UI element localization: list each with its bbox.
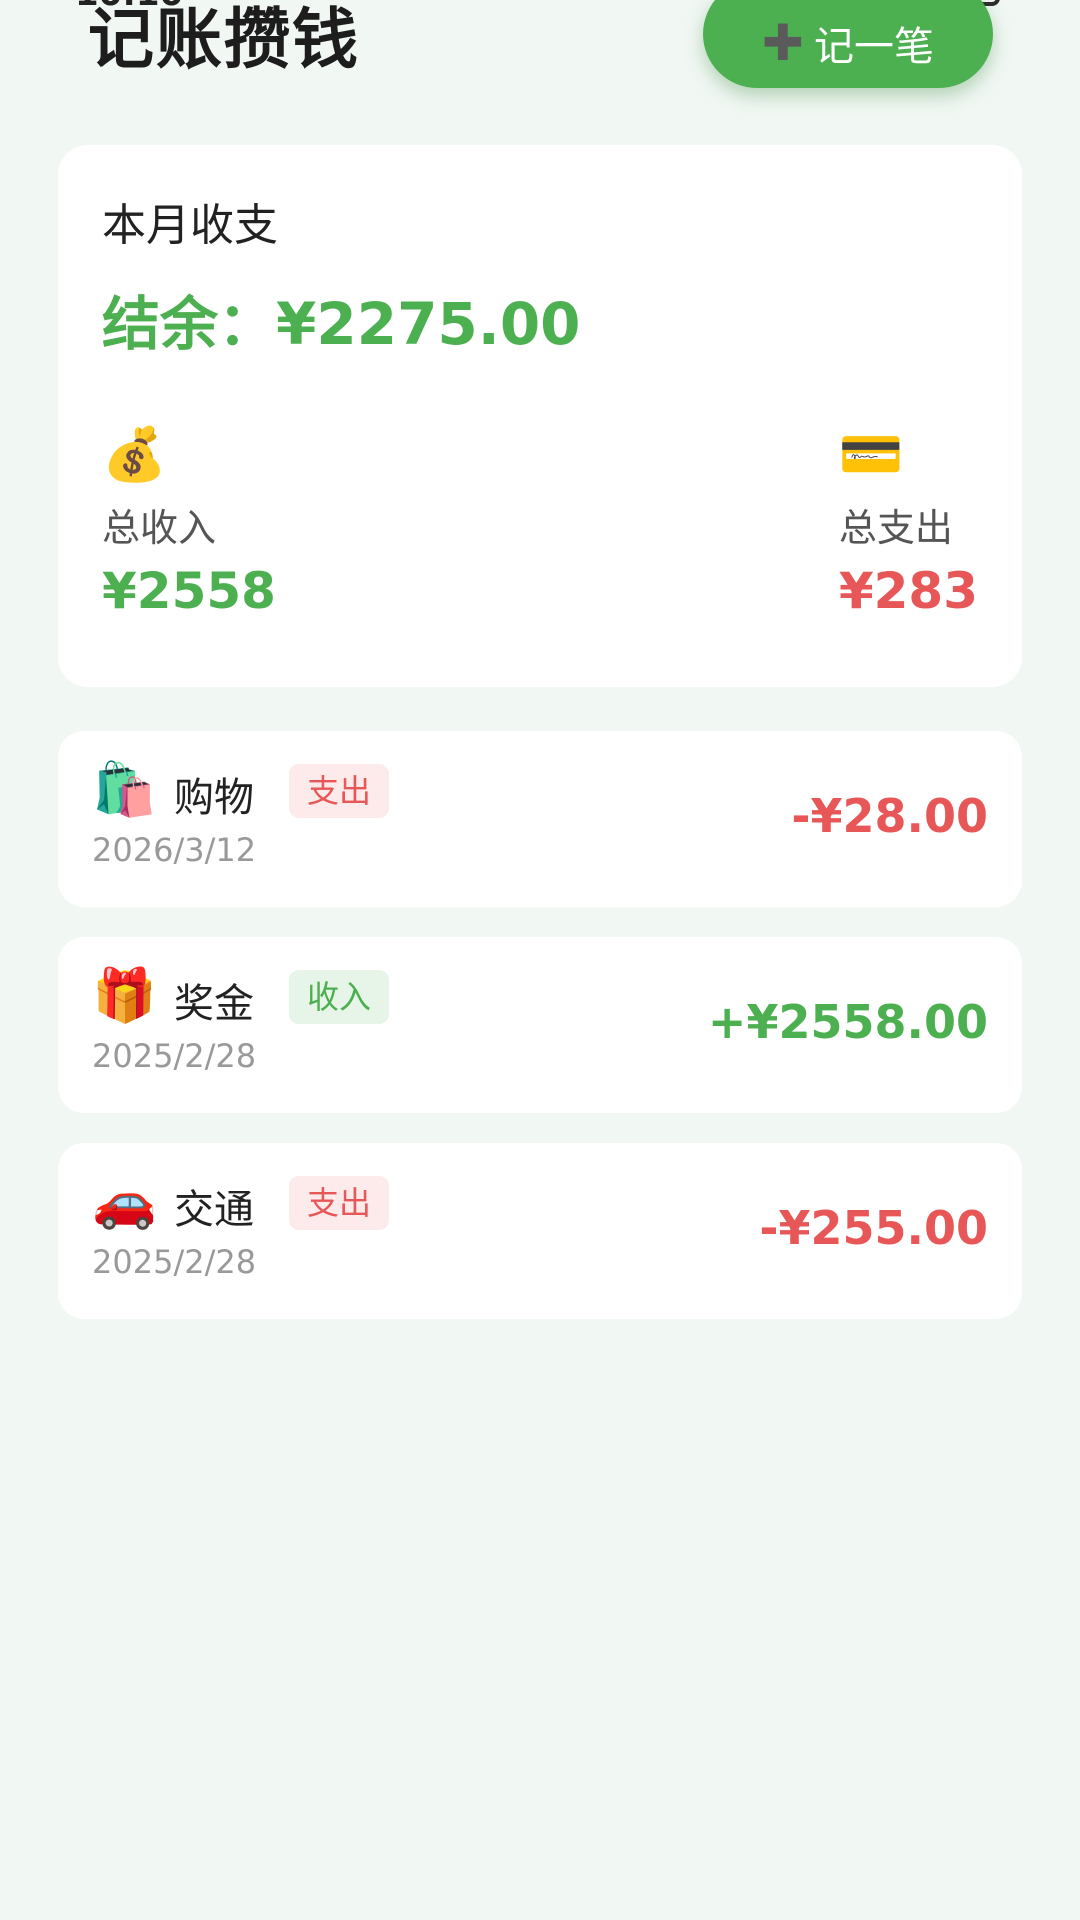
monthly-summary-card: 本月收支 结余：¥2275.00 💰 总收入 ¥2558 💳 总支出 ¥283 xyxy=(58,145,1022,687)
car-icon: 🚗 xyxy=(92,1172,157,1232)
transaction-date: 2026/3/12 xyxy=(92,831,257,869)
transaction-item[interactable]: 🛍️ 购物 支出 2026/3/12 -¥28.00 xyxy=(58,731,1022,907)
summary-heading: 本月收支 xyxy=(102,200,278,251)
transaction-category: 购物 xyxy=(174,775,254,821)
total-expense-label: 总支出 xyxy=(838,506,953,550)
transaction-date: 2025/2/28 xyxy=(92,1037,257,1075)
total-expense-value: ¥283 xyxy=(838,562,978,620)
money-bag-icon: 💰 xyxy=(102,425,167,485)
transaction-amount: +¥2558.00 xyxy=(707,995,988,1049)
transaction-item[interactable]: 🚗 交通 支出 2025/2/28 -¥255.00 xyxy=(58,1143,1022,1319)
total-expense: 💳 总支出 ¥283 xyxy=(839,423,978,620)
transaction-type-badge: 支出 xyxy=(289,764,390,818)
transaction-date: 2025/2/28 xyxy=(92,1243,257,1281)
transaction-amount: -¥255.00 xyxy=(759,1201,988,1255)
app-screen: 10:10 记账攒钱 ✚ 记一笔 本月收支 结余：¥2275.00 💰 总收入 … xyxy=(0,0,1080,1920)
transaction-category: 奖金 xyxy=(174,981,254,1027)
add-record-label: 记一笔 xyxy=(813,24,934,70)
transaction-amount: -¥28.00 xyxy=(791,789,988,843)
add-record-button[interactable]: ✚ 记一笔 xyxy=(703,0,993,88)
gift-icon: 🎁 xyxy=(92,966,157,1026)
plus-icon: ✚ xyxy=(762,14,804,72)
total-income-value: ¥2558 xyxy=(102,562,276,620)
transaction-category: 交通 xyxy=(174,1187,254,1233)
shopping-bags-icon: 🛍️ xyxy=(92,760,157,820)
credit-card-icon: 💳 xyxy=(838,425,904,485)
transaction-list: 🛍️ 购物 支出 2026/3/12 -¥28.00 🎁 奖金 收入 2025/… xyxy=(58,731,1022,1349)
balance-amount: 结余：¥2275.00 xyxy=(102,290,581,358)
transaction-item[interactable]: 🎁 奖金 收入 2025/2/28 +¥2558.00 xyxy=(58,937,1022,1113)
transaction-type-badge: 支出 xyxy=(289,1176,390,1230)
transaction-type-badge: 收入 xyxy=(289,970,390,1024)
page-title: 记账攒钱 xyxy=(88,1,360,78)
total-income-label: 总收入 xyxy=(102,506,217,550)
total-income: 💰 总收入 ¥2558 xyxy=(102,423,276,620)
